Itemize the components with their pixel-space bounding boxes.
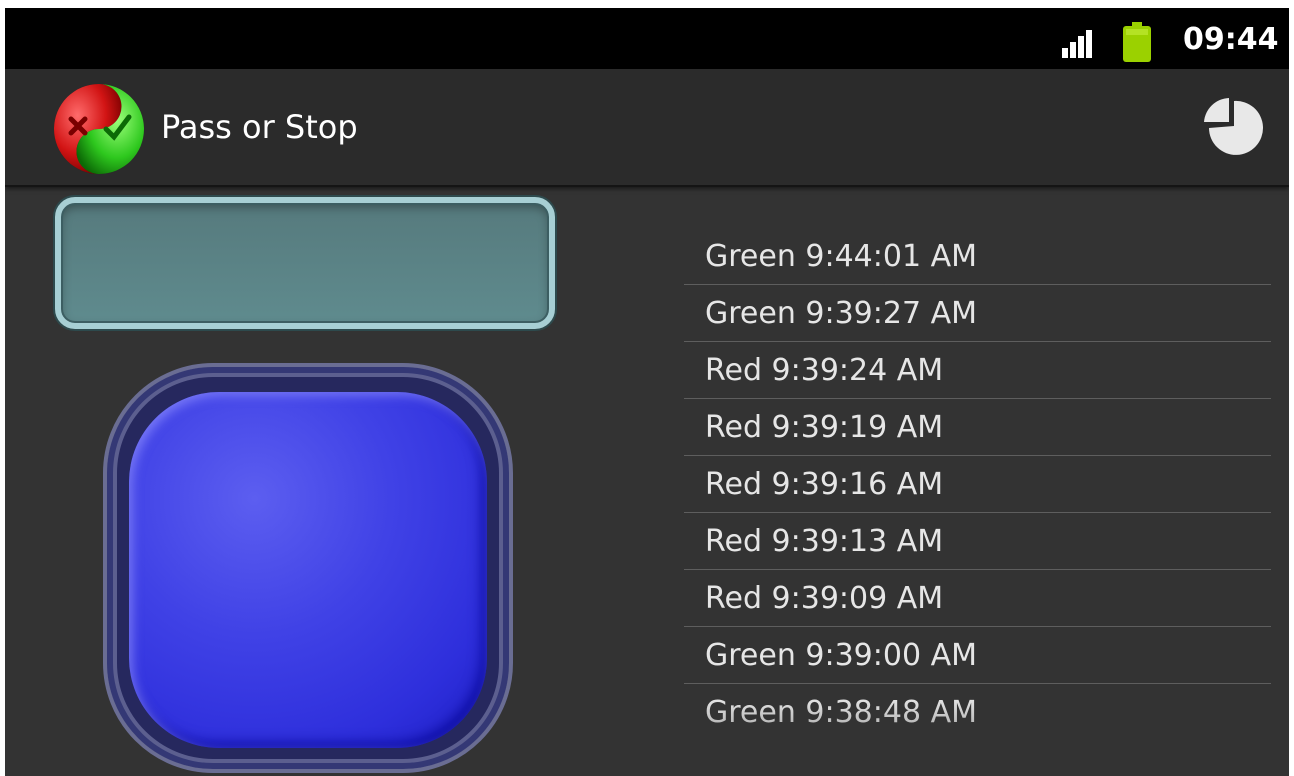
history-item[interactable]: Red 9:39:24 AM (684, 342, 1271, 399)
app-title: Pass or Stop (161, 108, 358, 146)
history-item[interactable]: Red 9:39:19 AM (684, 399, 1271, 456)
history-item[interactable]: Red 9:39:13 AM (684, 513, 1271, 570)
history-item[interactable]: Green 9:38:48 AM (684, 684, 1271, 741)
status-clock: 09:44 (1183, 22, 1279, 57)
history-item[interactable]: Red 9:39:09 AM (684, 570, 1271, 627)
action-bar: Pass or Stop (5, 69, 1289, 187)
pie-chart-icon (1204, 98, 1263, 155)
signal-button-frame (103, 363, 513, 773)
signal-bars-icon (1062, 28, 1098, 58)
battery-icon (1123, 22, 1151, 62)
status-bar: 09:44 (5, 8, 1289, 69)
history-item[interactable]: Red 9:39:16 AM (684, 456, 1271, 513)
history-item[interactable]: Green 9:39:00 AM (684, 627, 1271, 684)
signal-button[interactable] (129, 392, 487, 748)
history-item[interactable]: Green 9:39:27 AM (684, 285, 1271, 342)
result-display (55, 197, 555, 329)
pass-stop-logo-icon (49, 77, 149, 177)
screen: 09:44 Pass or Stop Green 9:44:01 AM Gree… (5, 8, 1289, 776)
history-item[interactable]: Green 9:44:01 AM (684, 228, 1271, 285)
statistics-button[interactable] (1198, 95, 1264, 161)
history-list[interactable]: Green 9:44:01 AM Green 9:39:27 AM Red 9:… (684, 228, 1271, 776)
